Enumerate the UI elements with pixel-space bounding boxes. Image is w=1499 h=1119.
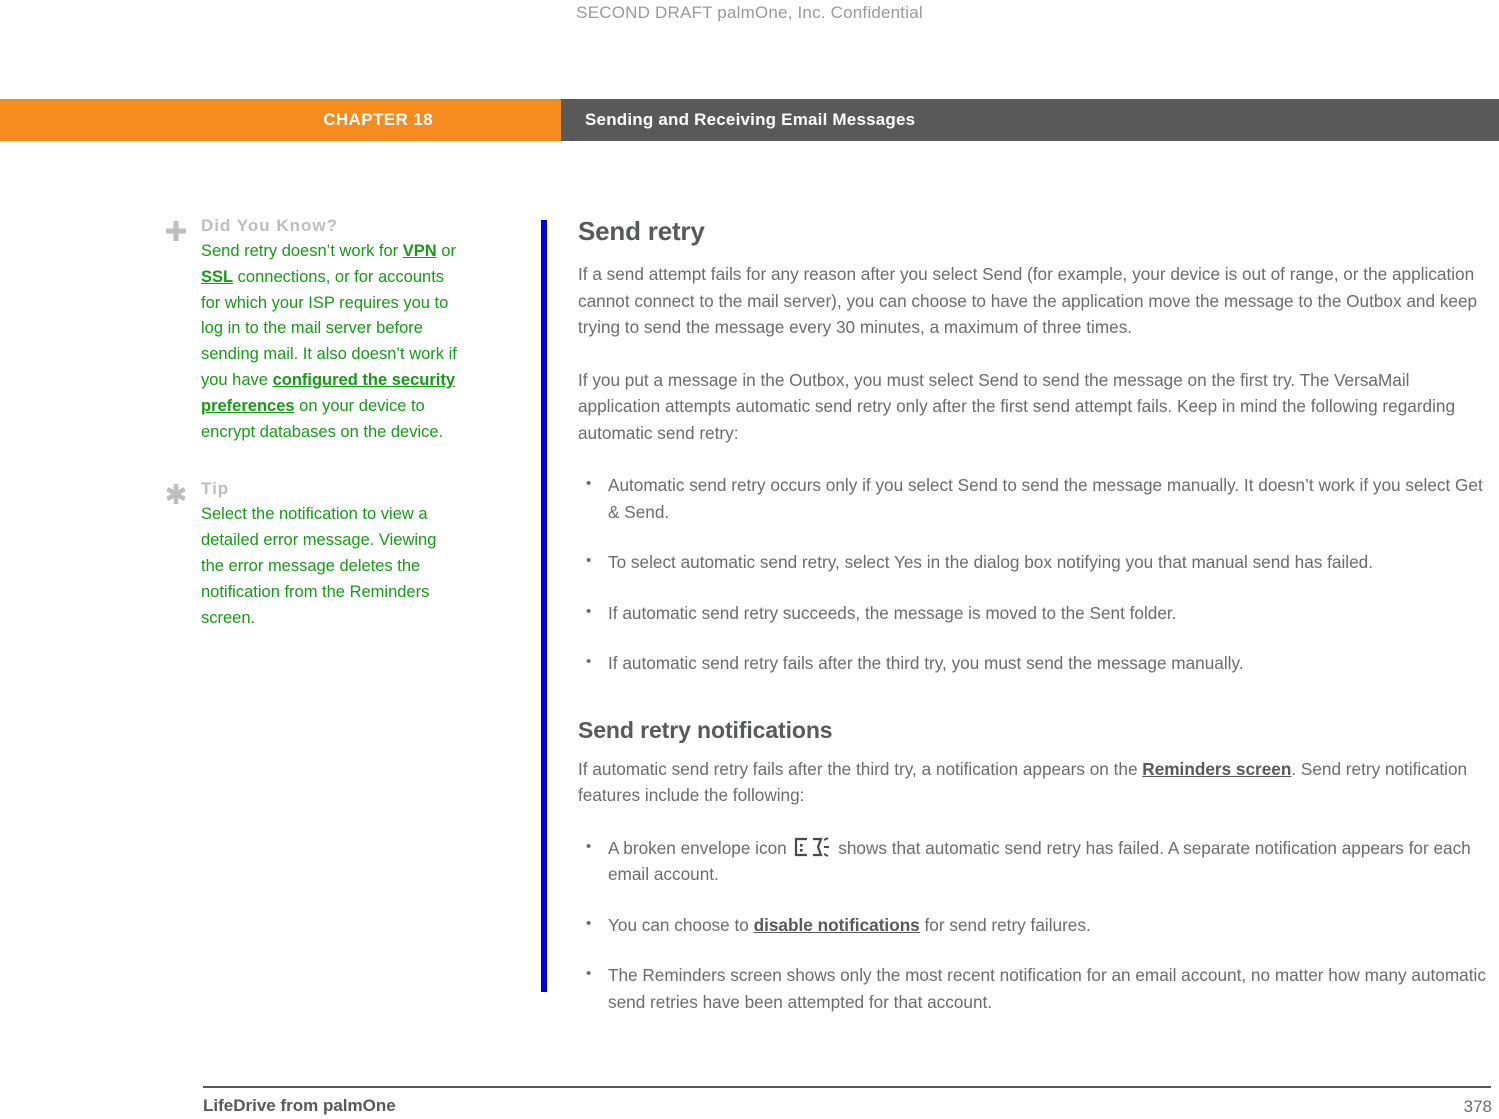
section-heading-send-retry: Send retry (578, 216, 705, 246)
list-item: The Reminders screen shows only the most… (578, 961, 1488, 1015)
list-item: To select automatic send retry, select Y… (578, 548, 1488, 576)
note-body: Tip Select the notification to view a de… (201, 479, 463, 631)
list-item-segment: You can choose to (608, 914, 754, 935)
column-divider-rule (541, 220, 547, 992)
list-item: Automatic send retry occurs only if you … (578, 471, 1488, 525)
footer-divider (203, 1086, 1491, 1088)
note-tip: Tip Select the notification to view a de… (163, 479, 463, 631)
asterisk-icon (163, 483, 189, 509)
chapter-banner: CHAPTER 18 Sending and Receiving Email M… (0, 99, 1499, 141)
note-body: Did You Know? Send retry doesn’t work fo… (201, 216, 463, 445)
plus-icon (163, 220, 189, 246)
link-reminders-screen[interactable]: Reminders screen (1142, 759, 1291, 779)
main-content: Send retry If a send attempt fails for a… (578, 216, 1488, 1039)
link-disable-notifications[interactable]: disable notifications (754, 915, 920, 935)
note-text: Send retry doesn’t work for VPN or SSL c… (201, 239, 463, 445)
sidebar-notes: Did You Know? Send retry doesn’t work fo… (163, 216, 463, 665)
bullet-list-send-retry-rules: Automatic send retry occurs only if you … (578, 471, 1488, 677)
link-vpn[interactable]: VPN (403, 242, 437, 260)
list-item-segment: A broken envelope icon (608, 837, 792, 858)
note-did-you-know: Did You Know? Send retry doesn’t work fo… (163, 216, 463, 445)
list-item-segment: for send retry failures. (919, 914, 1091, 935)
note-text-segment: or (436, 242, 456, 260)
paragraph-notification-intro: If automatic send retry fails after the … (578, 756, 1488, 809)
footer-page-number: 378 (1463, 1097, 1492, 1116)
paragraph-segment: If automatic send retry fails after the … (578, 758, 1143, 779)
list-item: If automatic send retry fails after the … (578, 649, 1488, 677)
broken-envelope-icon (794, 836, 830, 857)
note-text-segment: Send retry doesn’t work for (201, 242, 403, 260)
bullet-list-notification-features: A broken envelope icon (578, 834, 1488, 1016)
list-item: If automatic send retry succeeds, the me… (578, 599, 1488, 627)
document-page: SECOND DRAFT palmOne, Inc. Confidential … (0, 0, 1499, 1119)
list-item: You can choose to disable notifications … (578, 911, 1488, 939)
subsection-heading-send-retry-notifications: Send retry notifications (578, 716, 833, 743)
note-heading: Did You Know? (201, 216, 339, 235)
chapter-title-label: Sending and Receiving Email Messages (561, 99, 1499, 141)
chapter-number-label: CHAPTER 18 (0, 99, 561, 141)
footer-product-label: LifeDrive from palmOne (203, 1096, 396, 1115)
paragraph-outbox-behavior: If you put a message in the Outbox, you … (578, 369, 1456, 443)
paragraph-send-retry-intro: If a send attempt fails for any reason a… (578, 264, 1478, 337)
link-ssl[interactable]: SSL (201, 268, 233, 286)
draft-confidential-header: SECOND DRAFT palmOne, Inc. Confidential (576, 3, 923, 22)
list-item: A broken envelope icon (578, 834, 1488, 888)
note-heading: Tip (201, 479, 230, 499)
note-text: Select the notification to view a detail… (201, 505, 437, 627)
